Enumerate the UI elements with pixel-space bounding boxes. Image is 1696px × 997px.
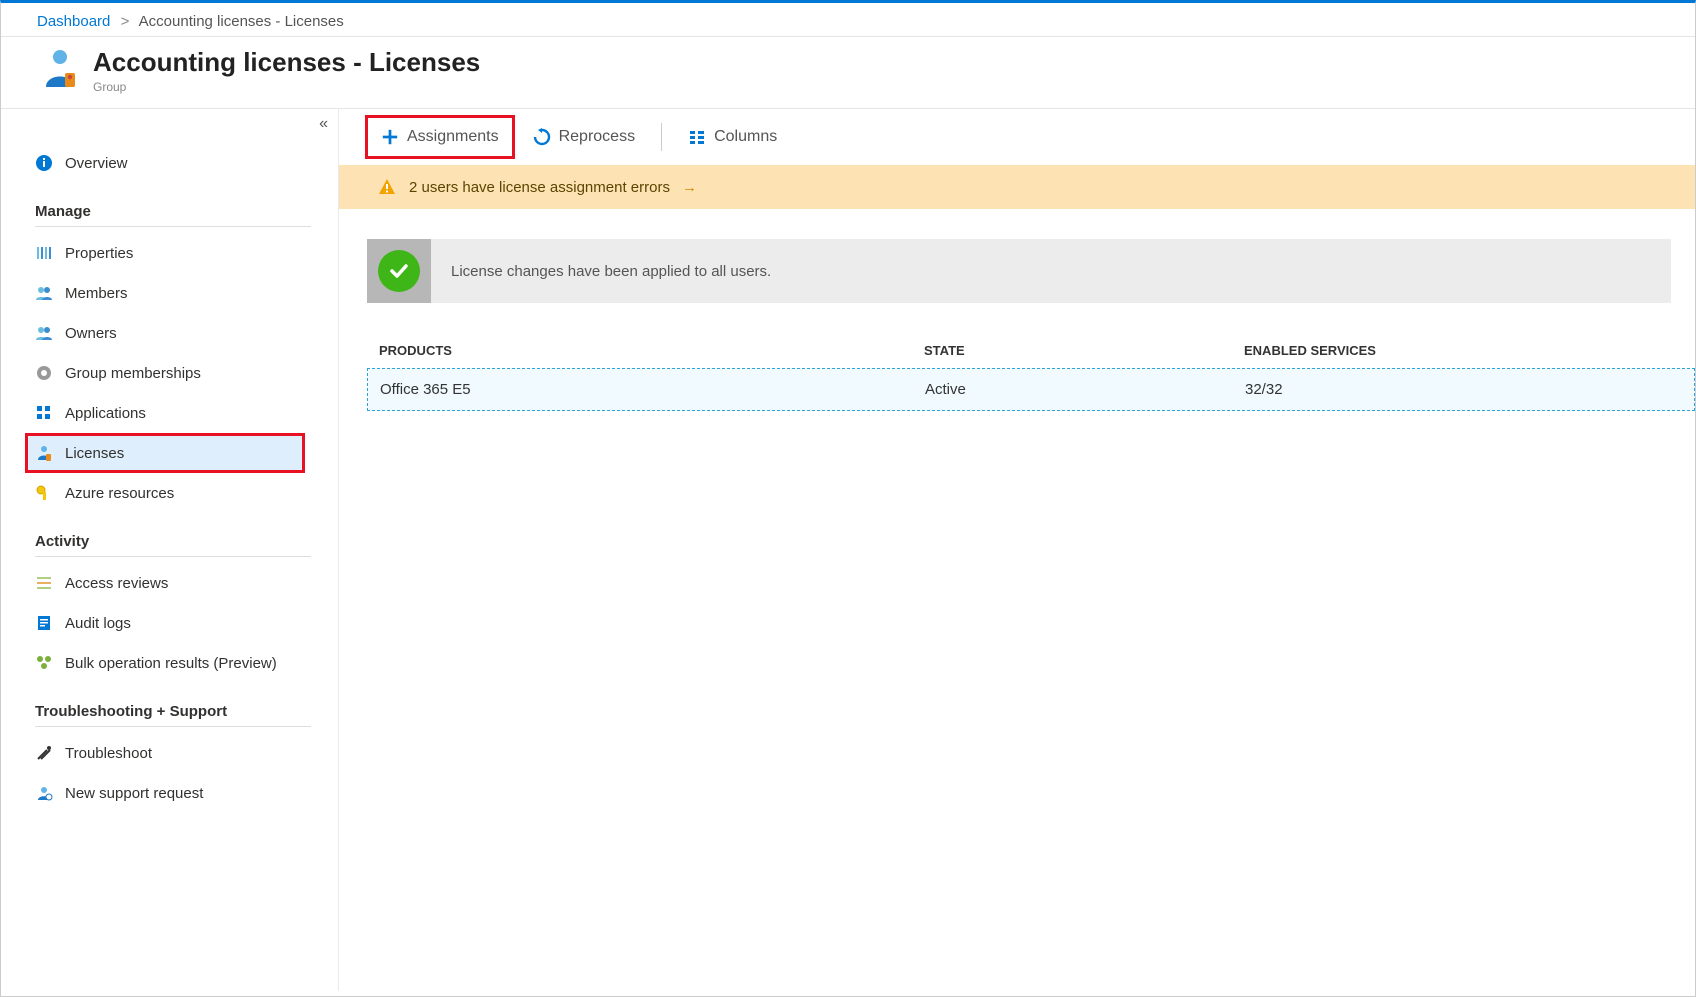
sidebar-item-label: Bulk operation results (Preview) bbox=[65, 655, 277, 672]
group-license-icon bbox=[37, 47, 83, 93]
sidebar-item-label: Properties bbox=[65, 245, 133, 262]
log-icon bbox=[35, 614, 53, 632]
toolbar-label: Columns bbox=[714, 128, 777, 146]
grid-icon bbox=[35, 404, 53, 422]
sidebar-item-label: Overview bbox=[65, 155, 128, 172]
columns-button[interactable]: Columns bbox=[674, 117, 791, 157]
sidebar-item-label: Azure resources bbox=[65, 485, 174, 502]
plus-icon bbox=[381, 128, 399, 146]
cell-state: Active bbox=[925, 381, 1245, 398]
assignments-button[interactable]: Assignments bbox=[367, 117, 513, 157]
sidebar-item-licenses[interactable]: Licenses bbox=[25, 433, 305, 473]
sidebar-item-label: New support request bbox=[65, 785, 203, 802]
toolbar: Assignments Reprocess Columns bbox=[339, 109, 1695, 165]
breadcrumb-current: Accounting licenses - Licenses bbox=[139, 13, 344, 30]
sidebar-item-label: Troubleshoot bbox=[65, 745, 152, 762]
sidebar-section-support: Troubleshooting + Support bbox=[35, 703, 311, 727]
columns-icon bbox=[688, 128, 706, 146]
sidebar-item-label: Licenses bbox=[65, 445, 124, 462]
sidebar-item-bulk-operations[interactable]: Bulk operation results (Preview) bbox=[1, 643, 338, 683]
sidebar-item-label: Audit logs bbox=[65, 615, 131, 632]
sidebar-item-label: Applications bbox=[65, 405, 146, 422]
sidebar-section-manage: Manage bbox=[35, 203, 311, 227]
column-header-services[interactable]: Enabled Services bbox=[1244, 343, 1683, 358]
toolbar-label: Assignments bbox=[407, 128, 499, 146]
breadcrumb: Dashboard > Accounting licenses - Licens… bbox=[1, 3, 1695, 37]
breadcrumb-separator: > bbox=[121, 13, 130, 30]
sidebar-item-access-reviews[interactable]: Access reviews bbox=[1, 563, 338, 603]
sidebar-item-label: Owners bbox=[65, 325, 117, 342]
sidebar-item-overview[interactable]: Overview bbox=[1, 143, 338, 183]
owners-icon bbox=[35, 324, 53, 342]
arrow-right-icon: → bbox=[682, 179, 697, 196]
sidebar-item-label: Access reviews bbox=[65, 575, 168, 592]
key-icon bbox=[35, 484, 53, 502]
refresh-icon bbox=[533, 128, 551, 146]
success-banner: License changes have been applied to all… bbox=[367, 239, 1671, 303]
sidebar-item-properties[interactable]: Properties bbox=[1, 233, 338, 273]
page-header: Accounting licenses - Licenses Group bbox=[1, 37, 1695, 108]
properties-icon bbox=[35, 244, 53, 262]
column-header-products[interactable]: Products bbox=[379, 343, 924, 358]
info-icon bbox=[35, 154, 53, 172]
bulk-icon bbox=[35, 654, 53, 672]
sidebar-section-activity: Activity bbox=[35, 533, 311, 557]
sidebar-item-group-memberships[interactable]: Group memberships bbox=[1, 353, 338, 393]
breadcrumb-root[interactable]: Dashboard bbox=[37, 13, 110, 30]
reprocess-button[interactable]: Reprocess bbox=[519, 117, 649, 157]
sidebar-collapse-icon[interactable]: « bbox=[319, 115, 328, 133]
table-row[interactable]: Office 365 E5 Active 32/32 bbox=[367, 368, 1695, 411]
success-icon-container bbox=[367, 239, 431, 303]
sidebar-item-audit-logs[interactable]: Audit logs bbox=[1, 603, 338, 643]
sidebar-item-applications[interactable]: Applications bbox=[1, 393, 338, 433]
sidebar-item-label: Group memberships bbox=[65, 365, 201, 382]
warning-icon bbox=[377, 177, 397, 197]
sidebar-item-label: Members bbox=[65, 285, 128, 302]
warning-text: 2 users have license assignment errors bbox=[409, 179, 670, 196]
cell-services: 32/32 bbox=[1245, 381, 1682, 398]
sidebar-item-members[interactable]: Members bbox=[1, 273, 338, 313]
tools-icon bbox=[35, 744, 53, 762]
licenses-table: Products State Enabled Services Office 3… bbox=[367, 333, 1695, 411]
success-text: License changes have been applied to all… bbox=[431, 263, 771, 280]
page-subtitle: Group bbox=[93, 80, 480, 94]
gear-icon bbox=[35, 364, 53, 382]
sidebar-item-azure-resources[interactable]: Azure resources bbox=[1, 473, 338, 513]
column-header-state[interactable]: State bbox=[924, 343, 1244, 358]
license-icon bbox=[35, 444, 53, 462]
table-header-row: Products State Enabled Services bbox=[367, 333, 1695, 368]
members-icon bbox=[35, 284, 53, 302]
cell-product: Office 365 E5 bbox=[380, 381, 925, 398]
main-content: Assignments Reprocess Columns 2 users ha… bbox=[339, 109, 1695, 991]
sidebar: « Overview Manage Properties Members bbox=[1, 109, 339, 991]
checkmark-icon bbox=[378, 250, 420, 292]
sidebar-item-new-support[interactable]: New support request bbox=[1, 773, 338, 813]
warning-banner[interactable]: 2 users have license assignment errors → bbox=[339, 165, 1695, 209]
toolbar-label: Reprocess bbox=[559, 128, 635, 146]
sidebar-item-owners[interactable]: Owners bbox=[1, 313, 338, 353]
toolbar-separator bbox=[661, 123, 662, 151]
page-title: Accounting licenses - Licenses bbox=[93, 47, 480, 78]
support-icon bbox=[35, 784, 53, 802]
checklist-icon bbox=[35, 574, 53, 592]
sidebar-item-troubleshoot[interactable]: Troubleshoot bbox=[1, 733, 338, 773]
